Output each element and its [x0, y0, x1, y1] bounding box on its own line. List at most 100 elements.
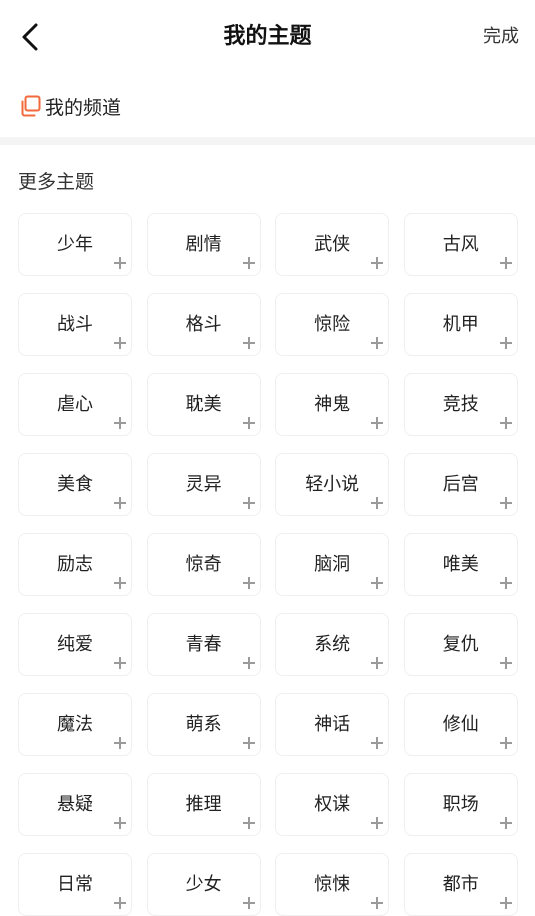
- plus-icon: [499, 337, 512, 349]
- topic-chip[interactable]: 灵异: [146, 453, 261, 516]
- plus-icon: [499, 577, 512, 589]
- topic-chip[interactable]: 励志: [18, 533, 132, 596]
- topic-chip[interactable]: 悬疑: [18, 773, 132, 836]
- copy-icon: [21, 95, 41, 117]
- topic-chip-label: 系统: [314, 634, 351, 655]
- topic-chip-label: 惊险: [314, 314, 351, 335]
- topic-chip[interactable]: 虐心: [18, 373, 132, 436]
- topic-chip[interactable]: 古风: [403, 213, 518, 276]
- topic-chip-label: 灵异: [185, 474, 222, 495]
- topic-chip-label: 推理: [185, 794, 222, 815]
- topic-chip-label: 古风: [442, 234, 479, 255]
- topic-chip-label: 悬疑: [57, 794, 93, 815]
- topic-chip[interactable]: 耽美: [146, 373, 261, 436]
- plus-icon: [242, 337, 255, 349]
- topic-chip[interactable]: 都市: [403, 853, 518, 916]
- topic-chip-label: 修仙: [442, 714, 479, 735]
- topic-chip-label: 青春: [185, 634, 222, 655]
- topic-chip[interactable]: 神鬼: [275, 373, 390, 436]
- topic-chip[interactable]: 魔法: [18, 693, 132, 756]
- topic-chip[interactable]: 惊险: [275, 293, 390, 356]
- topic-chip[interactable]: 青春: [146, 613, 261, 676]
- plus-icon: [499, 817, 512, 829]
- topic-chip-label: 剧情: [185, 234, 222, 255]
- topic-chip-label: 美食: [57, 474, 93, 495]
- topic-chip-label: 都市: [442, 874, 479, 895]
- plus-icon: [499, 497, 512, 509]
- topic-chip-label: 竞技: [442, 394, 479, 415]
- more-topics-title: 更多主题: [18, 171, 95, 193]
- topic-chip[interactable]: 武侠: [275, 213, 390, 276]
- plus-icon: [371, 737, 384, 749]
- topic-chip-label: 纯爱: [57, 634, 93, 655]
- topic-chip-label: 战斗: [57, 314, 93, 335]
- topic-chip-label: 复仇: [442, 634, 479, 655]
- plus-icon: [114, 897, 126, 909]
- done-button[interactable]: 完成: [483, 20, 519, 54]
- plus-icon: [114, 817, 126, 829]
- topic-chip[interactable]: 系统: [275, 613, 390, 676]
- plus-icon: [114, 417, 126, 429]
- topic-chip[interactable]: 格斗: [146, 293, 261, 356]
- topic-chip[interactable]: 萌系: [146, 693, 261, 756]
- top-bar: 我的主题 完成: [0, 0, 535, 74]
- topic-chip[interactable]: 惊奇: [146, 533, 261, 596]
- topic-chip[interactable]: 后宫: [403, 453, 518, 516]
- topic-chip[interactable]: 修仙: [403, 693, 518, 756]
- topic-chip-label: 少女: [185, 874, 222, 895]
- topic-chip[interactable]: 剧情: [146, 213, 261, 276]
- plus-icon: [499, 657, 512, 669]
- topic-chip-label: 耽美: [185, 394, 222, 415]
- topic-chip[interactable]: 少年: [18, 213, 132, 276]
- topic-chip-label: 神鬼: [314, 394, 351, 415]
- plus-icon: [242, 897, 255, 909]
- topic-chip-label: 唯美: [442, 554, 479, 575]
- plus-icon: [371, 897, 384, 909]
- page-title: 我的主题: [223, 24, 312, 49]
- plus-icon: [114, 737, 126, 749]
- topic-chip[interactable]: 少女: [146, 853, 261, 916]
- plus-icon: [242, 577, 255, 589]
- topic-chip-label: 魔法: [57, 714, 93, 735]
- plus-icon: [242, 497, 255, 509]
- topic-chip-label: 格斗: [185, 314, 222, 335]
- plus-icon: [114, 257, 126, 269]
- section-divider: [0, 137, 535, 145]
- topic-chip[interactable]: 轻小说: [275, 453, 390, 516]
- topic-chip[interactable]: 神话: [275, 693, 390, 756]
- topic-chip[interactable]: 惊悚: [275, 853, 390, 916]
- plus-icon: [242, 417, 255, 429]
- topic-chip-label: 权谋: [314, 794, 351, 815]
- plus-icon: [242, 257, 255, 269]
- topic-chip-label: 神话: [314, 714, 351, 735]
- topic-chip-label: 虐心: [57, 394, 93, 415]
- topic-chip-label: 日常: [57, 874, 93, 895]
- plus-icon: [371, 497, 384, 509]
- topic-chip[interactable]: 纯爱: [18, 613, 132, 676]
- plus-icon: [114, 497, 126, 509]
- topic-chip-label: 惊奇: [185, 554, 222, 575]
- topic-grid: 少年 剧情 武侠 古风战斗 格斗 惊险 机甲虐心 耽美 神鬼 竞技美食 灵异 轻小说 后宫励志 惊奇 脑洞 唯…: [18, 213, 518, 916]
- topic-chip[interactable]: 机甲: [403, 293, 518, 356]
- topic-chip-label: 轻小说: [305, 474, 360, 495]
- plus-icon: [371, 577, 384, 589]
- my-channel-label: 我的频道: [45, 96, 122, 119]
- topic-chip-label: 少年: [57, 234, 93, 255]
- topic-chip[interactable]: 推理: [146, 773, 261, 836]
- topic-chip[interactable]: 美食: [18, 453, 132, 516]
- topic-chip-label: 后宫: [442, 474, 479, 495]
- plus-icon: [242, 737, 255, 749]
- plus-icon: [371, 817, 384, 829]
- topic-chip[interactable]: 职场: [403, 773, 518, 836]
- topic-chip[interactable]: 竞技: [403, 373, 518, 436]
- topic-chip[interactable]: 唯美: [403, 533, 518, 596]
- topic-chip[interactable]: 脑洞: [275, 533, 390, 596]
- plus-icon: [371, 257, 384, 269]
- topic-chip[interactable]: 权谋: [275, 773, 390, 836]
- topic-chip[interactable]: 复仇: [403, 613, 518, 676]
- plus-icon: [371, 337, 384, 349]
- plus-icon: [114, 577, 126, 589]
- topic-chip[interactable]: 战斗: [18, 293, 132, 356]
- topic-chip[interactable]: 日常: [18, 853, 132, 916]
- my-channel-section[interactable]: 我的频道: [18, 88, 121, 124]
